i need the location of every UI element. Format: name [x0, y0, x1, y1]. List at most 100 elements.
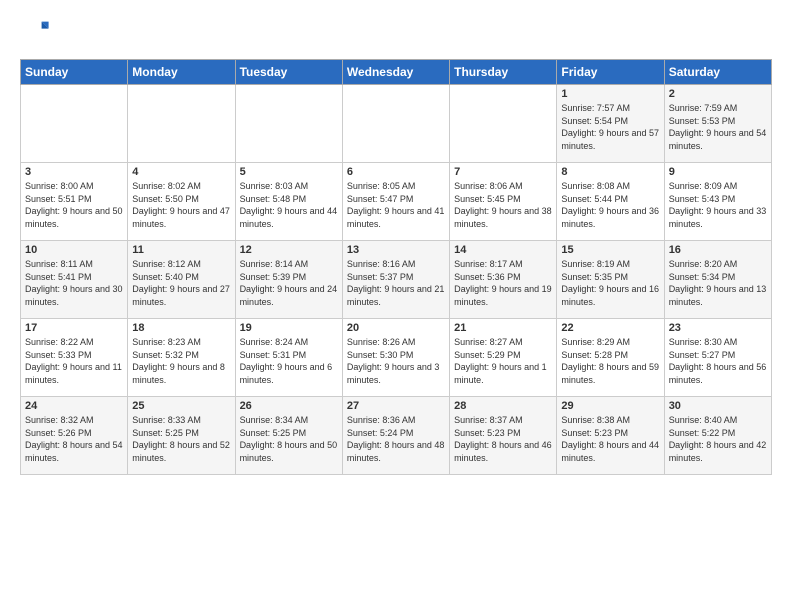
day-info: Sunrise: 8:08 AM Sunset: 5:44 PM Dayligh… [561, 180, 659, 230]
day-cell: 11 Sunrise: 8:12 AM Sunset: 5:40 PM Dayli… [128, 241, 235, 319]
day-info: Sunrise: 8:40 AM Sunset: 5:22 PM Dayligh… [669, 414, 767, 464]
day-info: Sunrise: 8:00 AM Sunset: 5:51 PM Dayligh… [25, 180, 123, 230]
day-number: 9 [669, 166, 767, 178]
day-number: 24 [25, 400, 123, 412]
day-number: 20 [347, 322, 445, 334]
day-info: Sunrise: 8:16 AM Sunset: 5:37 PM Dayligh… [347, 258, 445, 308]
col-header-monday: Monday [128, 60, 235, 85]
day-cell [342, 85, 449, 163]
day-number: 25 [132, 400, 230, 412]
day-cell: 5 Sunrise: 8:03 AM Sunset: 5:48 PM Daylig… [235, 163, 342, 241]
logo-icon [22, 16, 50, 44]
day-info: Sunrise: 8:19 AM Sunset: 5:35 PM Dayligh… [561, 258, 659, 308]
day-cell: 15Sunrise: 8:19 AM Sunset: 5:35 PM Dayli… [557, 241, 664, 319]
day-number: 1 [561, 88, 659, 100]
day-cell: 7 Sunrise: 8:06 AM Sunset: 5:45 PM Daylig… [450, 163, 557, 241]
col-header-friday: Friday [557, 60, 664, 85]
day-number: 19 [240, 322, 338, 334]
day-number: 14 [454, 244, 552, 256]
day-cell: 19 Sunrise: 8:24 AM Sunset: 5:31 PM Dayli… [235, 319, 342, 397]
day-number: 10 [25, 244, 123, 256]
day-cell [128, 85, 235, 163]
day-number: 7 [454, 166, 552, 178]
day-cell: 26 Sunrise: 8:34 AM Sunset: 5:25 PM Dayli… [235, 397, 342, 475]
day-number: 12 [240, 244, 338, 256]
day-cell [235, 85, 342, 163]
day-info: Sunrise: 8:34 AM Sunset: 5:25 PM Dayligh… [240, 414, 338, 464]
day-cell: 25Sunrise: 8:33 AM Sunset: 5:25 PM Dayli… [128, 397, 235, 475]
day-number: 5 [240, 166, 338, 178]
day-number: 28 [454, 400, 552, 412]
day-cell: 9 Sunrise: 8:09 AM Sunset: 5:43 PM Daylig… [664, 163, 771, 241]
day-cell: 23 Sunrise: 8:30 AM Sunset: 5:27 PM Dayli… [664, 319, 771, 397]
day-cell: 28 Sunrise: 8:37 AM Sunset: 5:23 PM Dayli… [450, 397, 557, 475]
day-info: Sunrise: 8:37 AM Sunset: 5:23 PM Dayligh… [454, 414, 552, 464]
col-header-tuesday: Tuesday [235, 60, 342, 85]
day-number: 4 [132, 166, 230, 178]
page: SundayMondayTuesdayWednesdayThursdayFrid… [0, 0, 792, 485]
day-number: 2 [669, 88, 767, 100]
day-number: 17 [25, 322, 123, 334]
day-info: Sunrise: 8:26 AM Sunset: 5:30 PM Dayligh… [347, 336, 445, 386]
day-cell: 22 Sunrise: 8:29 AM Sunset: 5:28 PM Dayli… [557, 319, 664, 397]
day-info: Sunrise: 8:29 AM Sunset: 5:28 PM Dayligh… [561, 336, 659, 386]
day-cell: 21 Sunrise: 8:27 AM Sunset: 5:29 PM Dayli… [450, 319, 557, 397]
day-number: 3 [25, 166, 123, 178]
day-info: Sunrise: 8:38 AM Sunset: 5:23 PM Dayligh… [561, 414, 659, 464]
day-number: 27 [347, 400, 445, 412]
day-cell: 13 Sunrise: 8:16 AM Sunset: 5:37 PM Dayli… [342, 241, 449, 319]
week-row-5: 24 Sunrise: 8:32 AM Sunset: 5:26 PM Dayli… [21, 397, 772, 475]
col-header-thursday: Thursday [450, 60, 557, 85]
day-cell: 24 Sunrise: 8:32 AM Sunset: 5:26 PM Dayli… [21, 397, 128, 475]
day-cell: 2 Sunrise: 7:59 AM Sunset: 5:53 PM Daylig… [664, 85, 771, 163]
day-info: Sunrise: 8:11 AM Sunset: 5:41 PM Dayligh… [25, 258, 123, 308]
day-number: 30 [669, 400, 767, 412]
day-number: 26 [240, 400, 338, 412]
week-row-1: 1 Sunrise: 7:57 AM Sunset: 5:54 PM Daylig… [21, 85, 772, 163]
day-cell: 3 Sunrise: 8:00 AM Sunset: 5:51 PM Daylig… [21, 163, 128, 241]
day-number: 16 [669, 244, 767, 256]
day-info: Sunrise: 8:20 AM Sunset: 5:34 PM Dayligh… [669, 258, 767, 308]
calendar-table: SundayMondayTuesdayWednesdayThursdayFrid… [20, 59, 772, 475]
col-header-wednesday: Wednesday [342, 60, 449, 85]
day-info: Sunrise: 8:06 AM Sunset: 5:45 PM Dayligh… [454, 180, 552, 230]
day-cell: 8 Sunrise: 8:08 AM Sunset: 5:44 PM Daylig… [557, 163, 664, 241]
day-info: Sunrise: 7:59 AM Sunset: 5:53 PM Dayligh… [669, 102, 767, 152]
day-cell: 27Sunrise: 8:36 AM Sunset: 5:24 PM Dayli… [342, 397, 449, 475]
day-info: Sunrise: 8:05 AM Sunset: 5:47 PM Dayligh… [347, 180, 445, 230]
day-info: Sunrise: 8:30 AM Sunset: 5:27 PM Dayligh… [669, 336, 767, 386]
day-info: Sunrise: 8:02 AM Sunset: 5:50 PM Dayligh… [132, 180, 230, 230]
day-number: 21 [454, 322, 552, 334]
week-row-4: 17 Sunrise: 8:22 AM Sunset: 5:33 PM Dayli… [21, 319, 772, 397]
day-number: 23 [669, 322, 767, 334]
day-info: Sunrise: 8:03 AM Sunset: 5:48 PM Dayligh… [240, 180, 338, 230]
day-info: Sunrise: 8:22 AM Sunset: 5:33 PM Dayligh… [25, 336, 123, 386]
day-cell: 29 Sunrise: 8:38 AM Sunset: 5:23 PM Dayli… [557, 397, 664, 475]
day-info: Sunrise: 8:12 AM Sunset: 5:40 PM Dayligh… [132, 258, 230, 308]
day-number: 22 [561, 322, 659, 334]
day-info: Sunrise: 8:24 AM Sunset: 5:31 PM Dayligh… [240, 336, 338, 386]
day-info: Sunrise: 7:57 AM Sunset: 5:54 PM Dayligh… [561, 102, 659, 152]
day-cell: 30 Sunrise: 8:40 AM Sunset: 5:22 PM Dayli… [664, 397, 771, 475]
day-cell [21, 85, 128, 163]
day-info: Sunrise: 8:27 AM Sunset: 5:29 PM Dayligh… [454, 336, 552, 386]
day-number: 6 [347, 166, 445, 178]
day-cell: 14 Sunrise: 8:17 AM Sunset: 5:36 PM Dayli… [450, 241, 557, 319]
day-number: 29 [561, 400, 659, 412]
header-row: SundayMondayTuesdayWednesdayThursdayFrid… [21, 60, 772, 85]
day-info: Sunrise: 8:32 AM Sunset: 5:26 PM Dayligh… [25, 414, 123, 464]
day-cell: 17 Sunrise: 8:22 AM Sunset: 5:33 PM Dayli… [21, 319, 128, 397]
day-number: 11 [132, 244, 230, 256]
col-header-sunday: Sunday [21, 60, 128, 85]
week-row-2: 3 Sunrise: 8:00 AM Sunset: 5:51 PM Daylig… [21, 163, 772, 241]
day-cell: 4 Sunrise: 8:02 AM Sunset: 5:50 PM Daylig… [128, 163, 235, 241]
day-info: Sunrise: 8:14 AM Sunset: 5:39 PM Dayligh… [240, 258, 338, 308]
day-info: Sunrise: 8:09 AM Sunset: 5:43 PM Dayligh… [669, 180, 767, 230]
header [20, 16, 772, 49]
week-row-3: 10 Sunrise: 8:11 AM Sunset: 5:41 PM Dayli… [21, 241, 772, 319]
day-cell: 12 Sunrise: 8:14 AM Sunset: 5:39 PM Dayli… [235, 241, 342, 319]
day-number: 13 [347, 244, 445, 256]
day-info: Sunrise: 8:17 AM Sunset: 5:36 PM Dayligh… [454, 258, 552, 308]
day-number: 8 [561, 166, 659, 178]
day-cell: 18Sunrise: 8:23 AM Sunset: 5:32 PM Dayli… [128, 319, 235, 397]
